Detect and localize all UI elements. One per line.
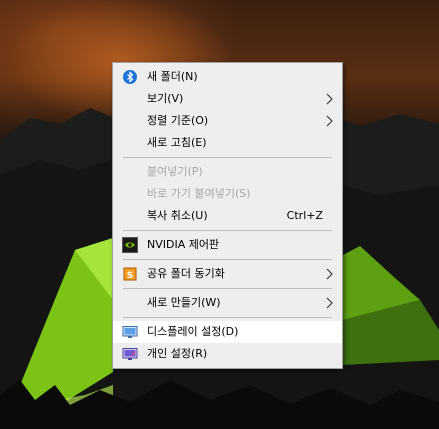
- menu-item-label: 붙여넣기(P): [147, 165, 203, 178]
- personalize-icon: [122, 348, 138, 360]
- menu-item-shared-folder-sync[interactable]: S 공유 폴더 동기화: [113, 263, 342, 285]
- menu-item-label: 공유 폴더 동기화: [147, 267, 225, 280]
- menu-item-label: 바로 가기 붙여넣기(S): [147, 187, 251, 200]
- menu-item-sort-by[interactable]: 정렬 기준(O): [113, 110, 342, 132]
- menu-item-label: 새로 고침(E): [147, 136, 207, 149]
- menu-item-paste-shortcut: 바로 가기 붙여넣기(S): [113, 183, 342, 205]
- menu-separator: [123, 288, 332, 289]
- chevron-right-icon: [326, 115, 333, 127]
- menu-item-undo-copy[interactable]: 복사 취소(U) Ctrl+Z: [113, 205, 342, 227]
- menu-item-label: 새 폴더(N): [147, 70, 198, 83]
- desktop-context-menu: 새 폴더(N) 보기(V) 정렬 기준(O) 새로 고침(E) 붙여넣기(P) …: [112, 62, 343, 369]
- menu-item-label: 디스플레이 설정(D): [147, 325, 239, 338]
- menu-item-refresh[interactable]: 새로 고침(E): [113, 132, 342, 154]
- menu-item-nvidia-control-panel[interactable]: NVIDIA 제어판: [113, 234, 342, 256]
- menu-item-paste: 붙여넣기(P): [113, 161, 342, 183]
- chevron-right-icon: [326, 268, 333, 280]
- nvidia-icon: [122, 237, 138, 253]
- chevron-right-icon: [326, 93, 333, 105]
- svg-text:S: S: [127, 271, 133, 281]
- menu-item-label: 정렬 기준(O): [147, 114, 209, 127]
- menu-item-view[interactable]: 보기(V): [113, 88, 342, 110]
- menu-separator: [123, 317, 332, 318]
- chevron-right-icon: [326, 297, 333, 309]
- menu-item-label: 보기(V): [147, 92, 184, 105]
- sync-folder-icon: S: [123, 267, 137, 281]
- menu-item-label: 개인 설정(R): [147, 347, 208, 360]
- menu-item-new[interactable]: 새로 만들기(W): [113, 292, 342, 314]
- menu-item-new-folder[interactable]: 새 폴더(N): [113, 66, 342, 88]
- menu-separator: [123, 259, 332, 260]
- menu-separator: [123, 230, 332, 231]
- menu-separator: [123, 157, 332, 158]
- menu-item-display-settings[interactable]: 디스플레이 설정(D): [113, 321, 342, 343]
- bluetooth-icon: [123, 70, 137, 84]
- menu-item-label: 복사 취소(U): [147, 209, 208, 222]
- desktop-background: 새 폴더(N) 보기(V) 정렬 기준(O) 새로 고침(E) 붙여넣기(P) …: [0, 0, 439, 429]
- display-icon: [122, 326, 138, 338]
- menu-item-shortcut: Ctrl+Z: [286, 209, 323, 222]
- menu-item-label: NVIDIA 제어판: [147, 238, 220, 251]
- menu-item-label: 새로 만들기(W): [147, 296, 221, 309]
- menu-item-personalize[interactable]: 개인 설정(R): [113, 343, 342, 365]
